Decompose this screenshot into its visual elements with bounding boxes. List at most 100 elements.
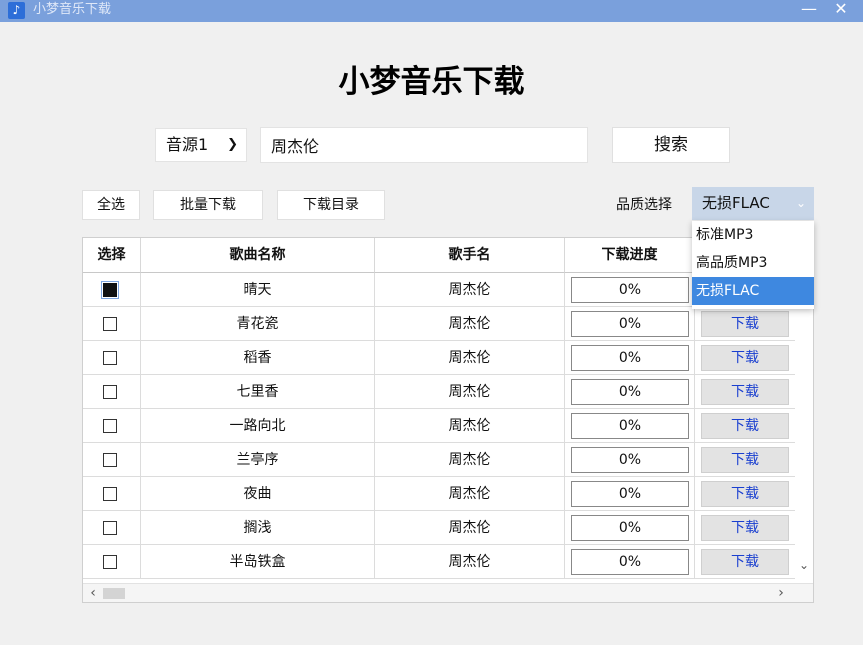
table-row: 稻香 周杰伦 0% 下载 (83, 341, 813, 375)
download-button[interactable]: 下载 (701, 311, 789, 337)
row-checkbox[interactable] (103, 351, 117, 365)
search-input[interactable] (260, 127, 588, 163)
select-all-button[interactable]: 全选 (82, 190, 140, 220)
column-header-select: 选择 (83, 238, 141, 273)
column-header-title: 歌曲名称 (141, 238, 375, 273)
quality-select-value: 无损FLAC (702, 194, 770, 212)
row-checkbox[interactable] (103, 555, 117, 569)
download-button[interactable]: 下载 (701, 481, 789, 507)
download-dir-button[interactable]: 下载目录 (277, 190, 385, 220)
progress-cell: 0% (565, 341, 695, 375)
source-select-value: 音源1 (166, 135, 209, 154)
song-title: 七里香 (141, 375, 375, 409)
download-button[interactable]: 下载 (701, 549, 789, 575)
artist-name: 周杰伦 (375, 273, 565, 307)
artist-name: 周杰伦 (375, 409, 565, 443)
download-button[interactable]: 下载 (701, 515, 789, 541)
table-row: 青花瓷 周杰伦 0% 下载 (83, 307, 813, 341)
song-title: 搁浅 (141, 511, 375, 545)
row-checkbox[interactable] (103, 385, 117, 399)
table-row: 七里香 周杰伦 0% 下载 (83, 375, 813, 409)
artist-name: 周杰伦 (375, 443, 565, 477)
title-bar: ♪ 小梦音乐下载 — ✕ (0, 0, 863, 22)
chevron-down-icon: ⌄ (795, 196, 806, 210)
download-button[interactable]: 下载 (701, 413, 789, 439)
action-cell: 下载 (695, 545, 795, 579)
progress-cell: 0% (565, 545, 695, 579)
progress-field: 0% (571, 413, 689, 439)
quality-option-standard-mp3[interactable]: 标准MP3 (692, 221, 814, 249)
artist-name: 周杰伦 (375, 307, 565, 341)
select-cell (83, 409, 141, 443)
table-row: 搁浅 周杰伦 0% 下载 (83, 511, 813, 545)
progress-cell: 0% (565, 477, 695, 511)
column-header-artist: 歌手名 (375, 238, 565, 273)
artist-name: 周杰伦 (375, 477, 565, 511)
progress-cell: 0% (565, 443, 695, 477)
progress-field: 0% (571, 379, 689, 405)
row-checkbox[interactable] (103, 419, 117, 433)
progress-cell: 0% (565, 409, 695, 443)
select-cell (83, 375, 141, 409)
table-row: 半岛铁盒 周杰伦 0% 下载 (83, 545, 813, 579)
scroll-left-icon[interactable]: ‹ (86, 584, 100, 602)
progress-field: 0% (571, 515, 689, 541)
window-title: 小梦音乐下载 (33, 2, 112, 17)
select-cell (83, 443, 141, 477)
quality-dropdown: 标准MP3 高品质MP3 无损FLAC (692, 221, 814, 309)
action-cell: 下载 (695, 341, 795, 375)
scroll-down-icon[interactable]: ⌄ (795, 556, 813, 574)
song-title: 晴天 (141, 273, 375, 307)
action-cell: 下载 (695, 477, 795, 511)
progress-cell: 0% (565, 307, 695, 341)
select-cell (83, 341, 141, 375)
action-cell: 下载 (695, 307, 795, 341)
row-checkbox[interactable] (103, 317, 117, 331)
select-cell (83, 273, 141, 307)
download-button[interactable]: 下载 (701, 447, 789, 473)
minimize-button[interactable]: — (796, 0, 822, 22)
close-button[interactable]: ✕ (828, 0, 854, 22)
table-row: 兰亭序 周杰伦 0% 下载 (83, 443, 813, 477)
scroll-right-icon[interactable]: › (774, 584, 788, 602)
chevron-down-icon: ❯ (227, 137, 238, 152)
artist-name: 周杰伦 (375, 341, 565, 375)
table-row: 夜曲 周杰伦 0% 下载 (83, 477, 813, 511)
progress-field: 0% (571, 277, 689, 303)
song-title: 夜曲 (141, 477, 375, 511)
row-checkbox[interactable] (103, 521, 117, 535)
source-select[interactable]: 音源1 ❯ (155, 128, 247, 162)
action-cell: 下载 (695, 443, 795, 477)
download-button[interactable]: 下载 (701, 379, 789, 405)
quality-option-high-mp3[interactable]: 高品质MP3 (692, 249, 814, 277)
quality-option-flac[interactable]: 无损FLAC (692, 277, 814, 305)
download-button[interactable]: 下载 (701, 345, 789, 371)
progress-field: 0% (571, 447, 689, 473)
progress-field: 0% (571, 481, 689, 507)
batch-download-button[interactable]: 批量下载 (153, 190, 263, 220)
quality-select[interactable]: 无损FLAC ⌄ (692, 187, 814, 220)
select-cell (83, 307, 141, 341)
song-title: 稻香 (141, 341, 375, 375)
action-cell: 下载 (695, 511, 795, 545)
artist-name: 周杰伦 (375, 545, 565, 579)
artist-name: 周杰伦 (375, 375, 565, 409)
progress-cell: 0% (565, 375, 695, 409)
row-checkbox[interactable] (103, 487, 117, 501)
table-row: 一路向北 周杰伦 0% 下载 (83, 409, 813, 443)
scrollbar-thumb[interactable] (103, 588, 125, 599)
horizontal-scrollbar[interactable]: ‹ › (83, 583, 813, 602)
song-title: 一路向北 (141, 409, 375, 443)
song-title: 青花瓷 (141, 307, 375, 341)
row-checkbox[interactable] (103, 453, 117, 467)
song-title: 半岛铁盒 (141, 545, 375, 579)
action-cell: 下载 (695, 375, 795, 409)
progress-cell: 0% (565, 273, 695, 307)
song-title: 兰亭序 (141, 443, 375, 477)
select-cell (83, 477, 141, 511)
row-checkbox[interactable] (101, 281, 119, 299)
page-title: 小梦音乐下载 (338, 64, 525, 100)
search-button[interactable]: 搜索 (612, 127, 730, 163)
artist-name: 周杰伦 (375, 511, 565, 545)
progress-field: 0% (571, 549, 689, 575)
